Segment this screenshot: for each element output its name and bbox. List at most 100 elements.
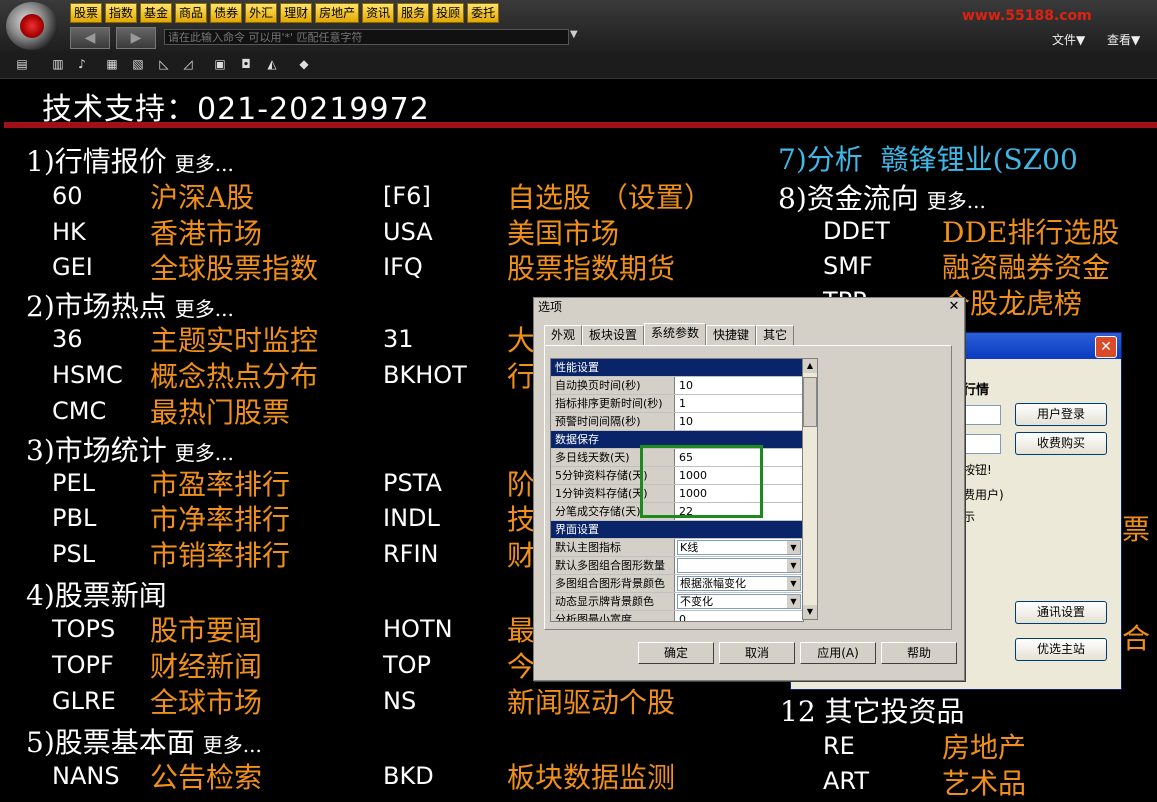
- more-link[interactable]: 更多...: [175, 297, 234, 321]
- item-label[interactable]: 技: [507, 498, 535, 538]
- preferred-server-button[interactable]: 优选主站: [1015, 638, 1107, 661]
- more-link[interactable]: 更多...: [175, 152, 234, 176]
- item-label[interactable]: 财: [507, 534, 535, 574]
- back-arrow-icon[interactable]: ◀: [70, 27, 110, 49]
- username-field[interactable]: [963, 405, 1001, 425]
- item-code[interactable]: HK: [52, 218, 86, 246]
- param-value[interactable]: 10: [679, 413, 801, 430]
- item-label[interactable]: 今: [507, 645, 535, 685]
- item-label[interactable]: 最热门股票: [150, 391, 290, 431]
- menu-fund[interactable]: 基金: [140, 3, 173, 23]
- item-label[interactable]: 市销率排行: [150, 534, 290, 574]
- buy-button[interactable]: 收费购买: [1015, 432, 1107, 455]
- chevron-down-icon[interactable]: ▼: [787, 595, 800, 608]
- item-code[interactable]: 36: [52, 325, 83, 353]
- item-code[interactable]: ART: [823, 767, 869, 795]
- param-row[interactable]: 预警时间间隔(秒) 10: [551, 413, 803, 431]
- param-select[interactable]: 不变化 ▼: [677, 594, 801, 609]
- item-code[interactable]: IFQ: [383, 253, 423, 281]
- scroll-down-icon[interactable]: ▼: [803, 605, 817, 619]
- tab-system-params[interactable]: 系统参数: [644, 323, 707, 345]
- menu-service[interactable]: 服务: [397, 3, 430, 23]
- diamond-icon[interactable]: ◆: [296, 56, 312, 72]
- item-label[interactable]: 香港市场: [150, 212, 262, 252]
- menu-trade[interactable]: 委托: [467, 3, 500, 23]
- menu-bond[interactable]: 债券: [210, 3, 243, 23]
- password-field[interactable]: [963, 434, 1001, 454]
- menu-advisor[interactable]: 投顾: [432, 3, 465, 23]
- item-label[interactable]: 票: [1122, 508, 1157, 548]
- param-row[interactable]: 多图组合图形背景颜色 根据涨幅变化 ▼: [551, 575, 803, 593]
- apply-button[interactable]: 应用(A): [800, 642, 876, 664]
- report-icon[interactable]: ▣: [212, 56, 228, 72]
- item-code[interactable]: TOP: [383, 651, 431, 679]
- open-folder-icon[interactable]: ▤: [14, 56, 30, 72]
- item-code[interactable]: GLRE: [52, 687, 116, 715]
- draw-line-icon[interactable]: ◺: [156, 56, 172, 72]
- item-label[interactable]: 财经新闻: [150, 645, 262, 685]
- comm-settings-button[interactable]: 通讯设置: [1015, 601, 1107, 624]
- item-code[interactable]: USA: [383, 218, 433, 246]
- param-value[interactable]: 10: [679, 377, 801, 394]
- tab-sector-settings[interactable]: 板块设置: [582, 325, 645, 345]
- menu-stocks[interactable]: 股票: [70, 3, 103, 23]
- more-link[interactable]: 更多...: [175, 441, 234, 465]
- item-code[interactable]: PSL: [52, 540, 95, 568]
- item-label[interactable]: 市盈率排行: [150, 463, 290, 503]
- param-scrollbar[interactable]: ▲ ▼: [802, 358, 818, 620]
- chevron-down-icon[interactable]: ▼: [787, 541, 800, 554]
- item-code[interactable]: HOTN: [383, 615, 453, 643]
- item-code[interactable]: PSTA: [383, 469, 442, 497]
- item-code[interactable]: RE: [823, 732, 855, 760]
- help-button[interactable]: 帮助: [881, 642, 957, 664]
- options-dialog-title[interactable]: 选项: [534, 298, 964, 316]
- item-label[interactable]: 新闻驱动个股: [507, 681, 675, 721]
- item-code[interactable]: 60: [52, 182, 83, 210]
- kline-icon[interactable]: ▧: [130, 56, 146, 72]
- scroll-up-icon[interactable]: ▲: [803, 359, 817, 373]
- item-code[interactable]: [F6]: [383, 182, 431, 210]
- chevron-down-icon[interactable]: ▼: [787, 577, 800, 590]
- item-label[interactable]: 合: [1122, 617, 1157, 657]
- item-label[interactable]: 概念热点分布: [150, 355, 318, 395]
- item-label[interactable]: 全球股票指数: [150, 247, 318, 287]
- item-label[interactable]: DDE排行选股: [942, 211, 1119, 251]
- item-label[interactable]: 大: [507, 319, 535, 359]
- item-code[interactable]: BKHOT: [383, 361, 467, 389]
- menu-commodity[interactable]: 商品: [175, 3, 208, 23]
- item-label[interactable]: 沪深A股: [150, 176, 254, 216]
- item-label[interactable]: 融资融券资金: [942, 246, 1157, 286]
- param-row[interactable]: 默认主图指标 K线 ▼: [551, 539, 803, 557]
- close-icon[interactable]: ✕: [946, 299, 962, 314]
- command-dropdown-icon[interactable]: ▼: [570, 29, 578, 40]
- item-code[interactable]: NS: [383, 687, 416, 715]
- param-row[interactable]: 分析图最小宽度 0: [551, 611, 803, 621]
- item-label[interactable]: 行: [507, 355, 535, 395]
- item-label[interactable]: 自选股 （设置）: [507, 176, 712, 216]
- more-link[interactable]: 更多...: [927, 189, 986, 213]
- item-label[interactable]: 艺术品: [942, 762, 1026, 802]
- item-code[interactable]: TOPF: [52, 651, 114, 679]
- item-label[interactable]: 主题实时监控: [150, 319, 318, 359]
- item-label[interactable]: 全球市场: [150, 681, 262, 721]
- item-label[interactable]: 市净率排行: [150, 498, 290, 538]
- menu-news[interactable]: 资讯: [362, 3, 395, 23]
- trend-icon[interactable]: ◭: [264, 56, 280, 72]
- analysis-stock[interactable]: 赣锋锂业(SZ00: [881, 143, 1078, 176]
- menu-forex[interactable]: 外汇: [245, 3, 278, 23]
- ok-button[interactable]: 确定: [638, 642, 714, 664]
- item-code[interactable]: INDL: [383, 504, 440, 532]
- draw-tool-icon[interactable]: ◿: [180, 56, 196, 72]
- item-label[interactable]: 美国市场: [507, 212, 619, 252]
- chevron-down-icon[interactable]: ▼: [787, 559, 800, 572]
- chart-type-icon[interactable]: ▦: [104, 56, 120, 72]
- close-icon[interactable]: ✕: [1095, 336, 1117, 358]
- tab-appearance[interactable]: 外观: [544, 325, 583, 345]
- item-label[interactable]: 阶: [507, 463, 535, 503]
- item-code[interactable]: HSMC: [52, 361, 123, 389]
- menu-index[interactable]: 指数: [105, 3, 138, 23]
- param-row[interactable]: 动态显示牌背景颜色 不变化 ▼: [551, 593, 803, 611]
- item-code[interactable]: 31: [383, 325, 414, 353]
- menu-finance[interactable]: 理财: [280, 3, 313, 23]
- forward-arrow-icon[interactable]: ▶: [116, 27, 156, 49]
